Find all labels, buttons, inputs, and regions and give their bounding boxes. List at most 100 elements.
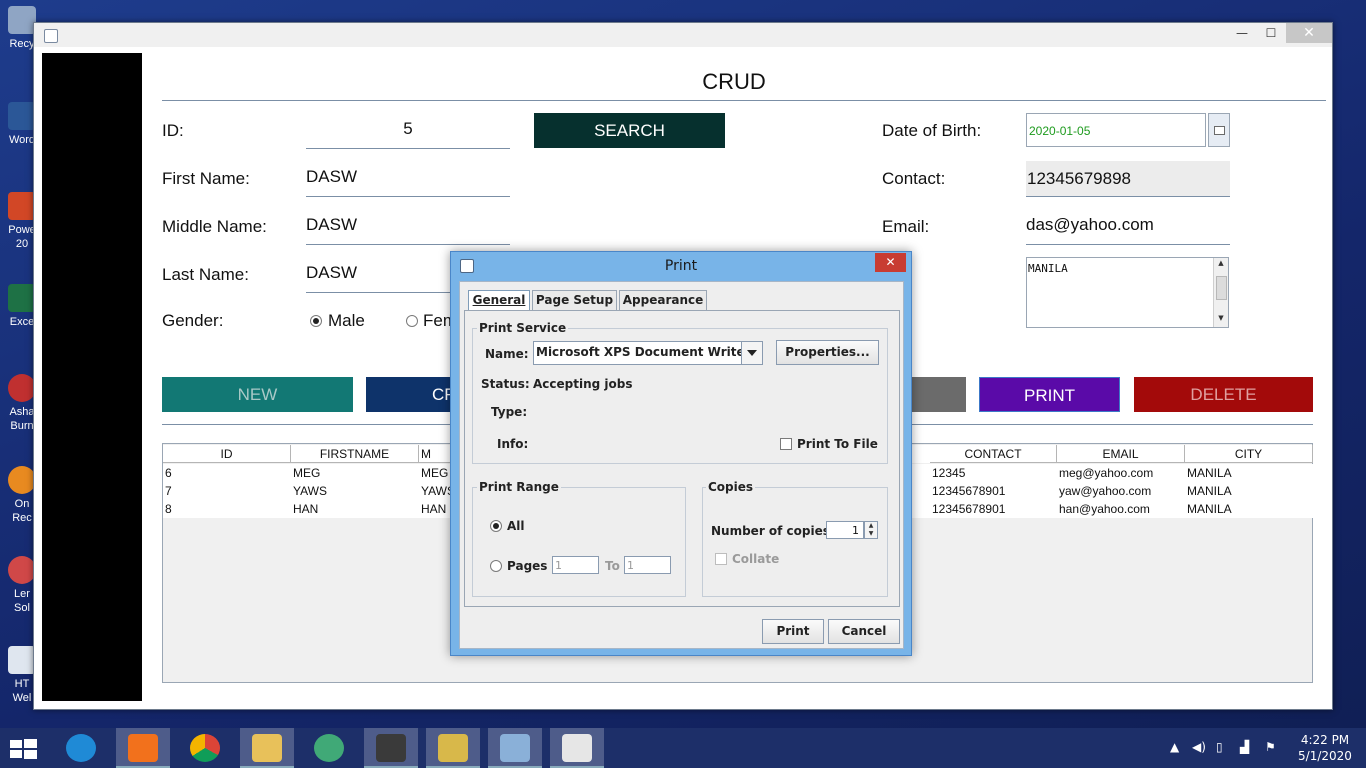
print-confirm-button[interactable]: Print [762, 619, 824, 644]
desktop-icon-label: Ler Sol [14, 588, 30, 614]
action-center-icon[interactable]: ⚑ [1265, 740, 1276, 754]
dob-field[interactable]: 2020-01-05 [1026, 113, 1206, 147]
address-scrollbar[interactable]: ▲ ▼ [1213, 258, 1228, 327]
volume-icon[interactable]: ◀) [1192, 740, 1206, 754]
excel-icon [8, 284, 36, 312]
collate-checkbox[interactable] [715, 553, 727, 565]
dob-label: Date of Birth: [882, 121, 982, 140]
calendar-icon [1214, 126, 1225, 135]
app-titlebar: — ☐ ✕ [34, 23, 1332, 47]
chevron-down-icon[interactable] [741, 342, 762, 364]
male-label: Male [328, 311, 365, 330]
page-range-radio[interactable] [490, 560, 502, 572]
middle-name-field[interactable]: DASW [306, 209, 510, 245]
tab-general[interactable]: General [468, 290, 530, 311]
contact-field[interactable]: 12345679898 [1026, 161, 1230, 197]
maximize-button[interactable]: ☐ [1256, 23, 1286, 43]
cell-id: 8 [165, 502, 172, 516]
cell-city: MANILA [1187, 502, 1232, 516]
cell-city: MANILA [1187, 484, 1232, 498]
cell-firstname: HAN [293, 502, 319, 516]
print-to-file-checkbox[interactable] [780, 438, 792, 450]
network-icon[interactable]: ▟ [1240, 740, 1249, 754]
all-pages-radio[interactable] [490, 520, 502, 532]
copies-input[interactable]: 1 [826, 521, 864, 539]
copies-spinner[interactable]: ▲ ▼ [864, 521, 878, 539]
powerpoint-icon [8, 192, 36, 220]
search-button[interactable]: SEARCH [534, 113, 725, 148]
page-range-label: Pages [507, 559, 548, 573]
taskbar-ie[interactable] [54, 728, 108, 768]
ie-icon [66, 734, 96, 762]
print-service-title: Print Service [477, 321, 569, 335]
taskbar-java[interactable] [550, 728, 604, 768]
show-hidden-icons[interactable]: ▲ [1170, 740, 1179, 754]
id-field[interactable]: 5 [306, 113, 510, 149]
scroll-thumb[interactable] [1216, 276, 1227, 300]
taskbar-file-explorer[interactable] [240, 728, 294, 768]
status-label: Status: [481, 377, 530, 391]
properties-button[interactable]: Properties... [776, 340, 879, 365]
cell-firstname: MEG [293, 466, 321, 480]
calendar-button[interactable] [1208, 113, 1230, 147]
tools-icon [438, 734, 468, 762]
pages-from-input[interactable]: 1 [552, 556, 599, 574]
taskbar-tools[interactable] [426, 728, 480, 768]
page-title: CRUD [702, 69, 766, 94]
tab-appearance[interactable]: Appearance [619, 290, 707, 310]
side-panel [42, 53, 142, 701]
general-panel: Print Service Name: Microsoft XPS Docume… [464, 310, 900, 607]
female-radio[interactable] [406, 315, 418, 327]
taskbar-virtualbox[interactable] [488, 728, 542, 768]
cell-email: meg@yahoo.com [1059, 466, 1154, 480]
column-header-id[interactable]: ID [163, 445, 291, 463]
last-name-label: Last Name: [162, 265, 249, 284]
taskbar-chrome[interactable] [178, 728, 232, 768]
taskbar-xampp[interactable] [116, 728, 170, 768]
word-icon [8, 102, 36, 130]
dialog-body: General Page Setup Appearance Print Serv… [459, 281, 904, 649]
column-header-firstname[interactable]: FIRSTNAME [291, 445, 419, 463]
atom-icon [314, 734, 344, 762]
virtualbox-icon [500, 734, 530, 762]
close-button[interactable]: ✕ [1286, 23, 1332, 43]
male-radio[interactable] [310, 315, 322, 327]
printer-select[interactable]: Microsoft XPS Document Writer [533, 341, 763, 365]
email-field[interactable]: das@yahoo.com [1026, 209, 1230, 245]
taskbar-sublime[interactable] [364, 728, 418, 768]
scroll-up-icon[interactable]: ▲ [1216, 259, 1226, 269]
scroll-down-icon[interactable]: ▼ [1216, 314, 1226, 324]
dialog-close-button[interactable]: ✕ [875, 253, 906, 272]
column-header-city[interactable]: CITY [1185, 445, 1313, 463]
column-header-contact[interactable]: CONTACT [930, 445, 1057, 463]
chrome-icon [190, 734, 220, 762]
taskbar: ▲ ◀) ▯ ▟ ⚑ 4:22 PM 5/1/2020 [0, 728, 1366, 768]
name-label: Name: [485, 347, 529, 361]
start-button[interactable] [8, 738, 40, 760]
new-button[interactable]: NEW [162, 377, 353, 412]
column-header-email[interactable]: EMAIL [1057, 445, 1185, 463]
create-button[interactable]: CR [366, 377, 451, 412]
update-button[interactable] [912, 377, 966, 412]
recorder-icon [8, 466, 36, 494]
email-label: Email: [882, 217, 930, 236]
delete-button[interactable]: DELETE [1134, 377, 1313, 412]
minimize-button[interactable]: — [1227, 23, 1257, 43]
dialog-title: Print [664, 258, 698, 274]
tab-page-setup[interactable]: Page Setup [532, 290, 617, 310]
gender-label: Gender: [162, 311, 224, 330]
recycle-bin-icon [8, 6, 36, 34]
cancel-button[interactable]: Cancel [828, 619, 900, 644]
taskbar-clock[interactable]: 4:22 PM 5/1/2020 [1290, 732, 1360, 764]
cell-city: MANILA [1187, 466, 1232, 480]
taskbar-atom[interactable] [302, 728, 356, 768]
pages-to-input[interactable]: 1 [624, 556, 671, 574]
print-button[interactable]: PRINT [979, 377, 1120, 412]
cell-id: 7 [165, 484, 172, 498]
xampp-icon [128, 734, 158, 762]
address-textarea[interactable]: MANILA [1026, 257, 1229, 328]
print-range-group [472, 487, 686, 597]
battery-icon[interactable]: ▯ [1216, 740, 1223, 754]
html-icon [8, 646, 36, 674]
first-name-field[interactable]: DASW [306, 161, 510, 197]
